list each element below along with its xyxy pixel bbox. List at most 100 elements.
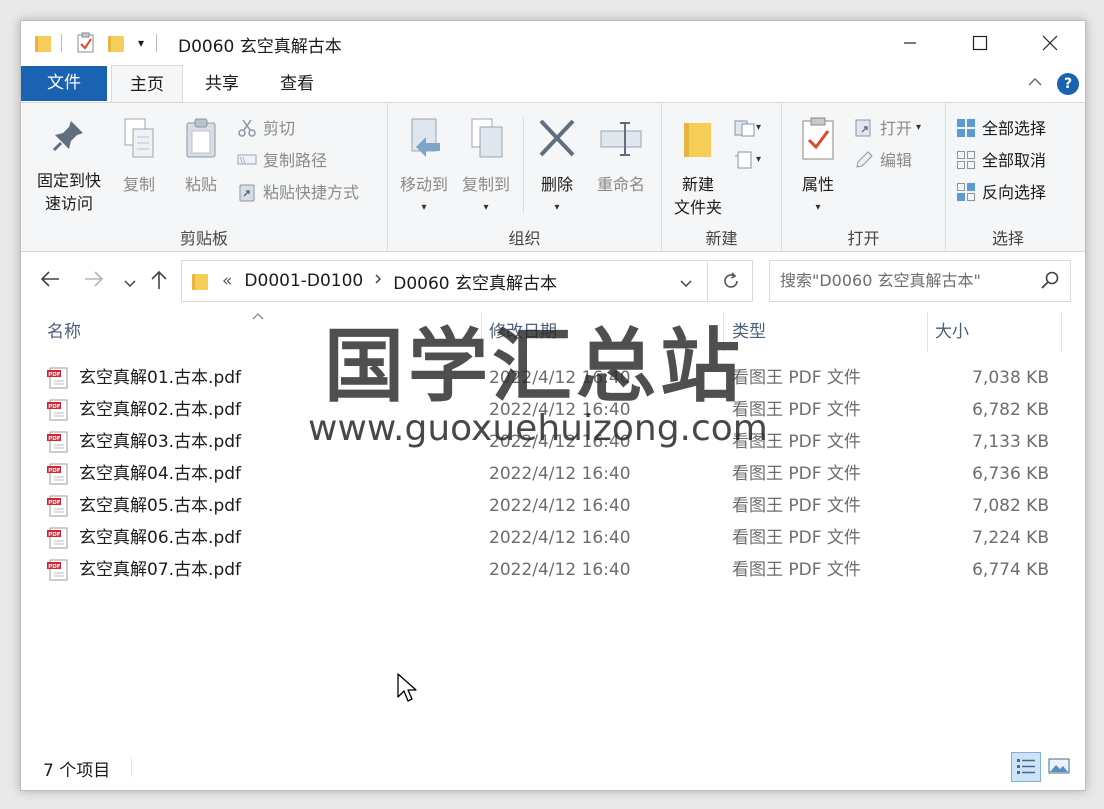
copy-to-button[interactable]: 复制到 ▾	[456, 117, 516, 219]
forward-button[interactable]	[83, 269, 105, 294]
paste-button[interactable]: 粘贴	[173, 117, 229, 196]
tab-view[interactable]: 查看	[261, 65, 333, 103]
paste-label: 粘贴	[184, 175, 217, 194]
recent-locations-button[interactable]	[123, 272, 137, 296]
svg-text:PDF: PDF	[48, 532, 61, 538]
copy-to-label: 复制到	[461, 175, 510, 194]
maximize-button[interactable]	[945, 21, 1015, 65]
rename-button[interactable]: 重命名	[588, 117, 654, 196]
properties-icon	[802, 117, 834, 160]
file-row[interactable]: PDF 玄空真解05.古本.pdf 2022/4/12 16:40 看图王 PD…	[41, 490, 1061, 522]
select-all-button[interactable]: 全部选择	[956, 115, 1046, 139]
up-arrow-icon	[151, 270, 167, 289]
new-folder-icon[interactable]	[108, 34, 124, 52]
invert-selection-icon	[956, 182, 976, 201]
close-button[interactable]	[1015, 21, 1085, 65]
file-row[interactable]: PDF 玄空真解04.古本.pdf 2022/4/12 16:40 看图王 PD…	[41, 458, 1061, 490]
properties-check-icon[interactable]	[76, 32, 96, 54]
file-type: 看图王 PDF 文件	[732, 560, 861, 580]
easy-access-button[interactable]: ▾	[734, 147, 761, 171]
select-none-label: 全部取消	[982, 151, 1047, 170]
delete-x-icon	[539, 119, 575, 157]
forward-arrow-icon	[85, 271, 104, 287]
delete-button[interactable]: 删除 ▾	[530, 117, 584, 219]
search-box[interactable]	[769, 260, 1071, 302]
new-item-button[interactable]: ▾	[734, 115, 761, 139]
watermark-title: 国学汇总站	[324, 320, 744, 413]
address-dropdown-icon[interactable]	[679, 275, 693, 294]
quick-access-toolbar: ▾	[35, 31, 158, 55]
column-divider[interactable]	[1061, 312, 1062, 352]
breadcrumb-item-current[interactable]: D0060 玄空真解古本	[393, 269, 557, 294]
group-new: 新建 文件夹 ▾ ▾ 新建	[662, 103, 782, 251]
copy-path-label: 复制路径	[263, 151, 328, 170]
status-divider	[131, 757, 132, 777]
back-arrow-icon	[40, 271, 59, 287]
svg-text:PDF: PDF	[48, 500, 61, 506]
pdf-file-icon: PDF	[47, 527, 68, 549]
file-size: 6,736 KB	[972, 464, 1049, 484]
breadcrumb-item[interactable]: D0001-D0100	[244, 271, 363, 291]
pin-icon	[52, 121, 83, 152]
file-name: 玄空真解03.古本.pdf	[79, 432, 242, 452]
properties-label: 属性	[801, 175, 834, 194]
invert-selection-button[interactable]: 反向选择	[956, 179, 1046, 203]
maximize-icon	[972, 35, 988, 51]
collapse-ribbon-icon[interactable]	[1027, 75, 1043, 91]
new-item-dropdown-icon: ▾	[756, 121, 762, 133]
group-open: 属性 ▾ 打开 ▾ 编辑 打开	[782, 103, 946, 251]
search-icon[interactable]	[1040, 270, 1060, 290]
select-none-button[interactable]: 全部取消	[956, 147, 1046, 171]
paste-shortcut-button[interactable]: 粘贴快捷方式	[237, 179, 359, 203]
file-name: 玄空真解01.古本.pdf	[79, 368, 242, 388]
open-button[interactable]: 打开 ▾	[854, 115, 921, 139]
file-row[interactable]: PDF 玄空真解07.古本.pdf 2022/4/12 16:40 看图王 PD…	[41, 554, 1061, 586]
address-bar[interactable]: « D0001-D0100 D0060 玄空真解古本	[181, 260, 708, 302]
group-label-select: 选择	[991, 229, 1024, 248]
cut-button[interactable]: 剪切	[237, 115, 295, 139]
pdf-file-icon: PDF	[47, 399, 68, 421]
new-folder-label-line2: 文件夹	[673, 198, 722, 217]
new-folder-button[interactable]: 新建 文件夹	[666, 117, 730, 219]
open-icon	[854, 118, 874, 137]
large-icons-view-button[interactable]	[1045, 752, 1075, 782]
file-size: 6,782 KB	[972, 400, 1049, 420]
column-header-name[interactable]: 名称	[47, 312, 81, 352]
up-button[interactable]	[149, 269, 169, 296]
breadcrumb-overflow[interactable]: «	[222, 271, 232, 291]
refresh-button[interactable]	[709, 260, 753, 302]
chevron-down-icon	[124, 280, 136, 288]
copy-to-icon	[471, 118, 503, 158]
column-header-size[interactable]: 大小	[935, 312, 969, 352]
help-icon[interactable]: ?	[1057, 73, 1079, 95]
copy-to-dropdown-icon: ▾	[483, 202, 489, 213]
edit-button[interactable]: 编辑	[854, 147, 912, 171]
refresh-icon	[723, 272, 738, 288]
details-view-button[interactable]	[1011, 752, 1041, 782]
new-folder-icon	[684, 123, 711, 157]
tab-share[interactable]: 共享	[187, 65, 257, 103]
group-label-clipboard: 剪贴板	[179, 229, 228, 248]
back-button[interactable]	[39, 269, 61, 294]
properties-button[interactable]: 属性 ▾	[790, 117, 846, 219]
file-row[interactable]: PDF 玄空真解06.古本.pdf 2022/4/12 16:40 看图王 PD…	[41, 522, 1061, 554]
group-label-new: 新建	[705, 229, 738, 248]
tab-home[interactable]: 主页	[111, 65, 183, 103]
file-size: 6,774 KB	[972, 560, 1049, 580]
paste-shortcut-label: 粘贴快捷方式	[263, 183, 360, 202]
move-to-button[interactable]: 移动到 ▾	[394, 117, 454, 219]
title-bar: ▾ D0060 玄空真解古本	[21, 21, 1085, 65]
pin-quick-access-button[interactable]: 固定到快 速访问	[29, 117, 109, 215]
search-input[interactable]	[778, 270, 1037, 291]
svg-text:PDF: PDF	[48, 564, 61, 570]
customize-toolbar-icon[interactable]: ▾	[138, 36, 144, 50]
minimize-button[interactable]	[875, 21, 945, 65]
breadcrumb-chevron-icon[interactable]	[373, 273, 383, 289]
organize-divider	[523, 117, 524, 213]
tab-file[interactable]: 文件	[21, 66, 107, 101]
move-to-label: 移动到	[399, 175, 448, 194]
copy-button[interactable]: 复制	[111, 117, 167, 196]
column-divider[interactable]	[927, 312, 928, 352]
large-icons-view-icon	[1048, 758, 1070, 774]
copy-path-button[interactable]: \\ 复制路径	[237, 147, 327, 171]
